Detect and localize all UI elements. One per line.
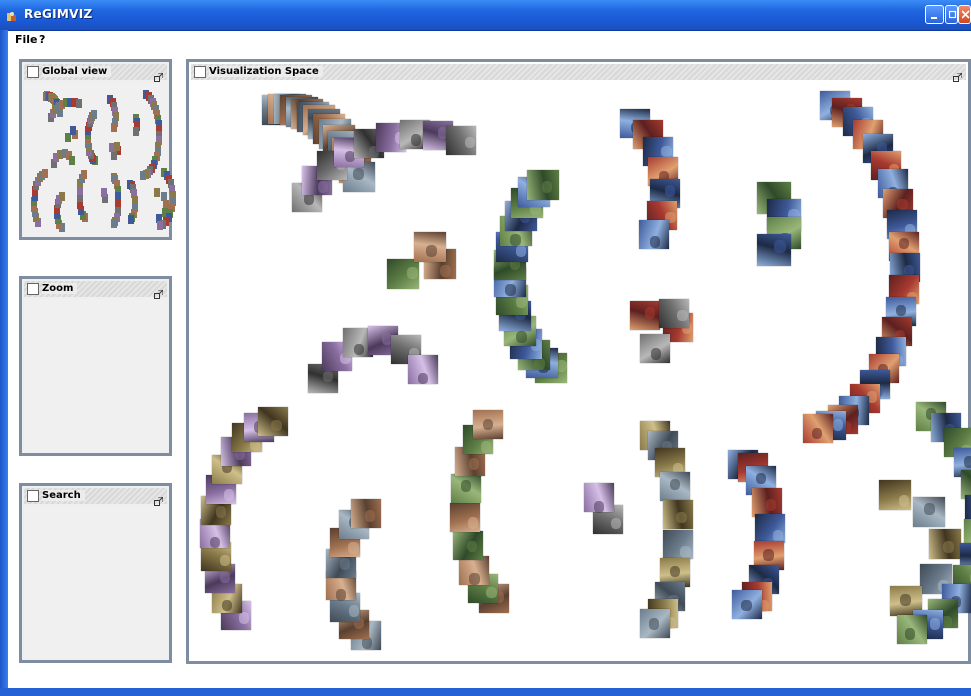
image-thumbnail[interactable]: [662, 500, 693, 530]
image-thumbnail[interactable]: [803, 414, 834, 444]
image-thumbnail[interactable]: [257, 406, 288, 436]
zoom-title: Zoom: [42, 283, 78, 294]
overview-thumbnail: [110, 122, 117, 132]
global-view-panel: Global view: [19, 59, 176, 240]
visualization-title: Visualization Space: [209, 66, 323, 77]
maximize-icon[interactable]: [953, 67, 963, 82]
overview-thumbnail: [68, 156, 75, 166]
image-thumbnail[interactable]: [452, 531, 483, 561]
image-thumbnail[interactable]: [879, 479, 912, 510]
global-view-overview[interactable]: [24, 82, 176, 235]
overview-thumbnail: [157, 220, 164, 230]
image-thumbnail[interactable]: [752, 487, 783, 517]
image-thumbnail[interactable]: [639, 334, 670, 364]
global-view-header[interactable]: Global view: [24, 64, 167, 82]
image-thumbnail[interactable]: [896, 614, 927, 644]
window-frame-bottom: [0, 688, 971, 696]
visualization-canvas[interactable]: [191, 82, 971, 659]
image-thumbnail[interactable]: [451, 473, 481, 503]
menu-help[interactable]: ?: [39, 33, 45, 46]
image-thumbnail[interactable]: [450, 502, 481, 532]
zoom-view[interactable]: [24, 299, 167, 451]
image-thumbnail[interactable]: [584, 483, 614, 513]
overview-thumbnail: [132, 126, 139, 136]
close-button[interactable]: [958, 5, 971, 24]
maximize-icon[interactable]: [154, 491, 164, 506]
image-thumbnail[interactable]: [754, 513, 785, 543]
menu-bar: File ?: [8, 31, 971, 48]
image-thumbnail[interactable]: [629, 300, 660, 330]
overview-thumbnail: [41, 169, 48, 179]
overview-thumbnail: [114, 142, 121, 152]
overview-thumbnail: [75, 99, 82, 109]
image-thumbnail[interactable]: [660, 472, 691, 502]
checkbox-icon[interactable]: [27, 66, 39, 78]
overview-thumbnail: [58, 192, 65, 202]
restore-button[interactable]: [945, 5, 958, 24]
visualization-header[interactable]: Visualization Space: [191, 64, 966, 82]
image-thumbnail[interactable]: [473, 410, 504, 440]
visualization-panel: Visualization Space: [186, 59, 971, 664]
search-title: Search: [42, 490, 85, 501]
search-header[interactable]: Search: [24, 488, 167, 506]
overview-thumbnail: [70, 125, 77, 135]
app-icon: [6, 8, 18, 21]
image-thumbnail[interactable]: [662, 529, 693, 559]
overview-thumbnail: [110, 219, 117, 229]
image-thumbnail[interactable]: [351, 498, 382, 528]
title-bar[interactable]: ReGIMVIZ: [0, 0, 971, 31]
maximize-icon[interactable]: [154, 67, 164, 82]
image-thumbnail[interactable]: [407, 355, 438, 385]
global-view-title: Global view: [42, 66, 112, 77]
zoom-panel: Zoom: [19, 276, 172, 456]
checkbox-icon[interactable]: [194, 66, 206, 78]
overview-thumbnail: [154, 187, 161, 197]
image-thumbnail[interactable]: [658, 298, 689, 328]
minimize-button[interactable]: [925, 5, 944, 24]
search-panel: Search: [19, 483, 172, 663]
window-frame-left: [0, 30, 8, 696]
image-thumbnail[interactable]: [639, 608, 670, 638]
image-thumbnail[interactable]: [757, 233, 792, 266]
checkbox-icon[interactable]: [27, 490, 39, 502]
checkbox-icon[interactable]: [27, 283, 39, 295]
image-thumbnail[interactable]: [386, 259, 419, 289]
image-thumbnail[interactable]: [913, 496, 946, 527]
overview-thumbnail: [127, 214, 134, 224]
menu-file[interactable]: File: [15, 33, 38, 46]
overview-thumbnail: [140, 171, 147, 181]
search-view[interactable]: [24, 506, 167, 658]
overview-thumbnail: [100, 188, 107, 198]
window-title: ReGIMVIZ: [24, 7, 93, 21]
overview-thumbnail: [110, 151, 117, 161]
zoom-header[interactable]: Zoom: [24, 281, 167, 299]
maximize-icon[interactable]: [154, 284, 164, 299]
image-thumbnail[interactable]: [639, 219, 670, 249]
image-thumbnail[interactable]: [732, 589, 763, 619]
overview-thumbnail: [90, 110, 97, 120]
image-thumbnail[interactable]: [414, 231, 446, 262]
image-thumbnail[interactable]: [928, 529, 961, 560]
overview-thumbnail: [80, 170, 87, 180]
image-thumbnail[interactable]: [446, 125, 477, 155]
image-thumbnail[interactable]: [526, 169, 559, 200]
